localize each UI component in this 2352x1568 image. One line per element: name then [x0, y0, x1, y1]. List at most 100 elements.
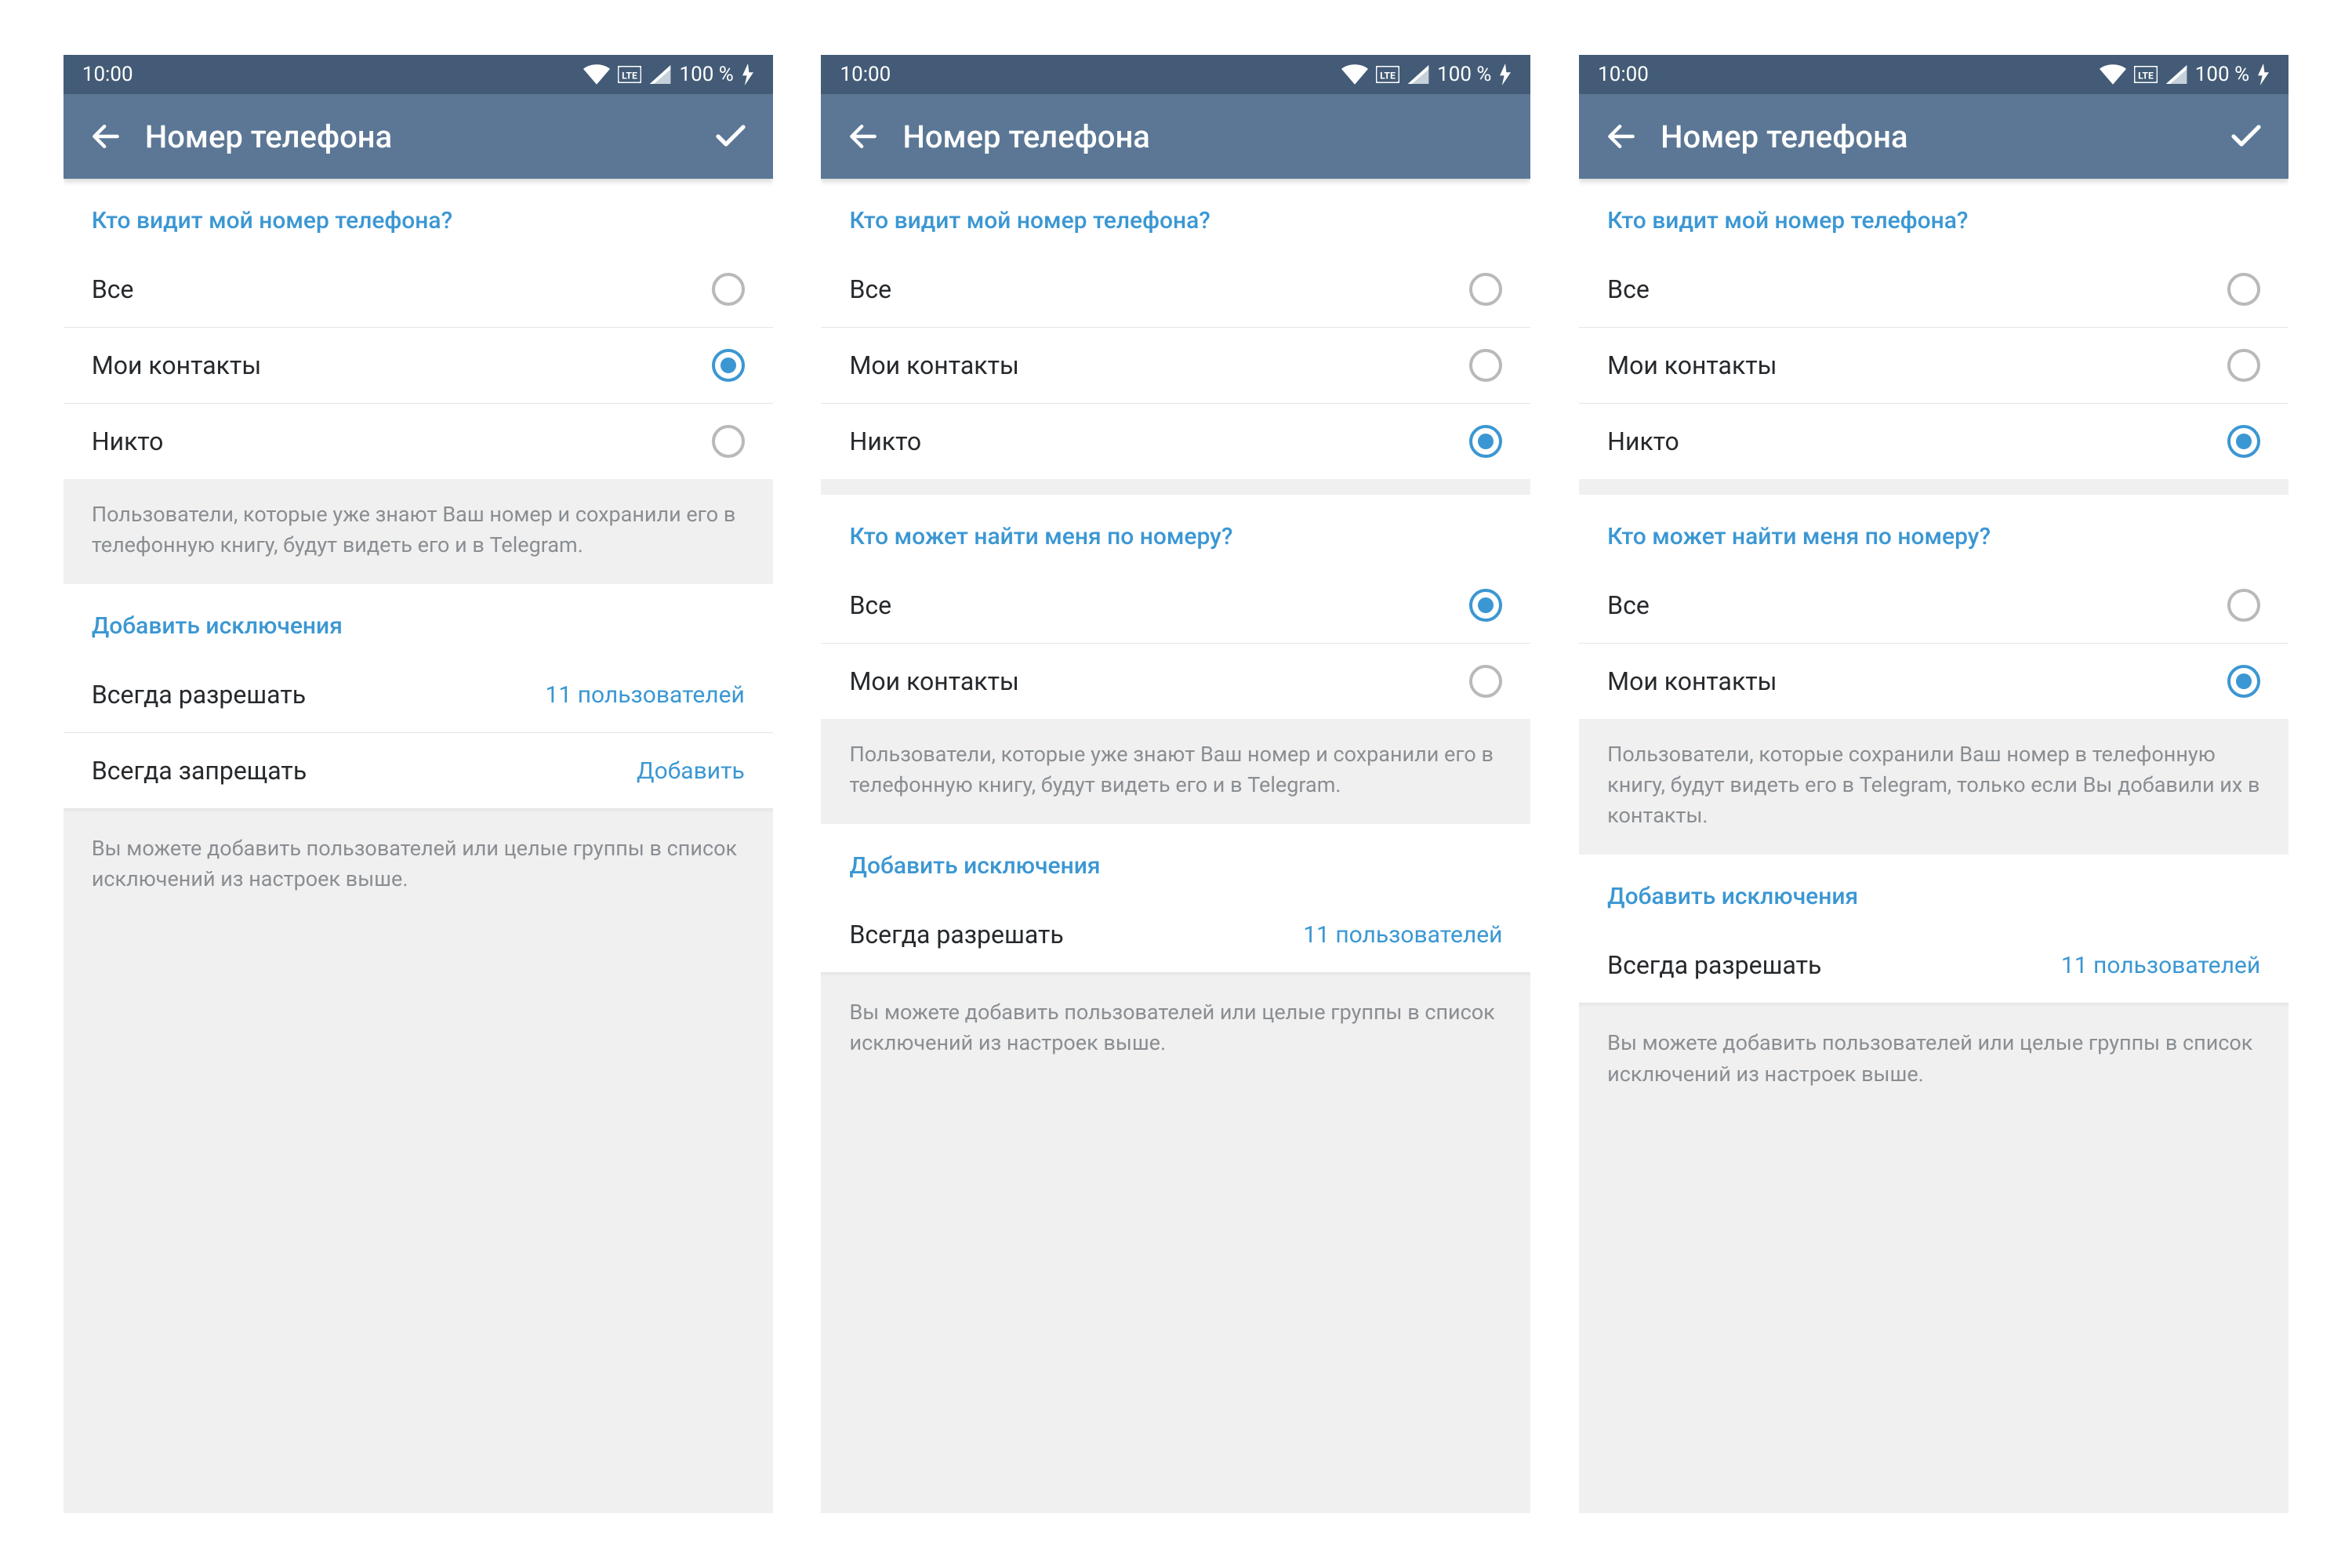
option-label: Мои контакты: [849, 350, 1018, 380]
content-area: Кто видит мой номер телефона? Все Мои ко…: [64, 179, 773, 1513]
exception-value: 11 пользователей: [1303, 921, 1502, 949]
status-indicators: LTE 100 %: [2100, 63, 2270, 86]
back-button[interactable]: [82, 119, 129, 154]
exception-label: Всегда разрешать: [849, 920, 1063, 949]
exception-value: 11 пользователей: [546, 681, 745, 709]
exception-allow[interactable]: Всегда разрешать 11 пользователей: [64, 657, 773, 733]
section-exceptions: Добавить исключения: [64, 584, 773, 657]
status-bar: 10:00 LTE 100 %: [1579, 55, 2288, 94]
check-icon: [712, 118, 750, 155]
confirm-button[interactable]: [707, 118, 754, 155]
confirm-button[interactable]: [2223, 118, 2270, 155]
find-option-everyone[interactable]: Все: [1579, 568, 2288, 644]
app-header: Номер телефона: [821, 94, 1530, 179]
status-indicators: LTE 100 %: [583, 63, 753, 86]
header-title: Номер телефона: [129, 118, 707, 155]
option-label: Мои контакты: [1607, 666, 1777, 696]
radio-icon: [2227, 425, 2260, 458]
option-label: Все: [1607, 274, 1650, 304]
screenshot-row: 10:00 LTE 100 % Номер телефона Кто видит…: [0, 0, 2352, 1568]
radio-icon: [1469, 665, 1502, 698]
exception-label: Всегда разрешать: [92, 680, 306, 710]
option-everyone[interactable]: Все: [821, 252, 1530, 328]
arrow-left-icon: [846, 119, 880, 154]
phone-screen-1: 10:00 LTE 100 % Номер телефона Кто видит…: [64, 55, 773, 1513]
wifi-icon: [583, 64, 610, 85]
radio-icon: [712, 425, 745, 458]
option-everyone[interactable]: Все: [64, 252, 773, 328]
option-nobody[interactable]: Никто: [64, 404, 773, 479]
option-everyone[interactable]: Все: [1579, 252, 2288, 328]
content-area: Кто видит мой номер телефона? Все Мои ко…: [821, 179, 1530, 1513]
battery-text: 100 %: [2195, 63, 2249, 86]
option-contacts[interactable]: Мои контакты: [64, 328, 773, 404]
lte-icon: LTE: [1376, 66, 1399, 83]
exception-allow[interactable]: Всегда разрешать 11 пользователей: [1579, 927, 2288, 1003]
find-option-everyone[interactable]: Все: [821, 568, 1530, 644]
section-who-sees: Кто видит мой номер телефона?: [821, 179, 1530, 252]
radio-icon: [1469, 349, 1502, 382]
option-label: Мои контакты: [849, 666, 1018, 696]
section-who-finds: Кто может найти меня по номеру?: [821, 495, 1530, 568]
exception-label: Всегда запрещать: [92, 756, 307, 786]
exception-value: 11 пользователей: [2061, 952, 2260, 979]
charging-icon: [742, 64, 754, 85]
status-time: 10:00: [1598, 63, 1649, 86]
option-label: Мои контакты: [1607, 350, 1777, 380]
footnote-who-finds: Пользователи, которые сохранили Ваш номе…: [1579, 719, 2288, 855]
lte-icon: LTE: [618, 66, 641, 83]
battery-text: 100 %: [679, 63, 733, 86]
footnote-who-sees: Пользователи, которые уже знают Ваш номе…: [64, 479, 773, 584]
option-contacts[interactable]: Мои контакты: [821, 328, 1530, 404]
option-nobody[interactable]: Никто: [1579, 404, 2288, 479]
exception-allow[interactable]: Всегда разрешать 11 пользователей: [821, 897, 1530, 972]
charging-icon: [2257, 64, 2270, 85]
find-option-contacts[interactable]: Мои контакты: [821, 644, 1530, 719]
status-bar: 10:00 LTE 100 %: [64, 55, 773, 94]
signal-icon: [2165, 65, 2187, 84]
section-who-finds: Кто может найти меня по номеру?: [1579, 495, 2288, 568]
app-header: Номер телефона: [64, 94, 773, 179]
back-button[interactable]: [1598, 119, 1645, 154]
wifi-icon: [2100, 64, 2126, 85]
exception-value: Добавить: [637, 757, 745, 785]
option-label: Никто: [849, 426, 921, 456]
exception-label: Всегда разрешать: [1607, 950, 1821, 980]
charging-icon: [1499, 64, 1512, 85]
section-exceptions: Добавить исключения: [1579, 855, 2288, 927]
header-title: Номер телефона: [1645, 118, 2223, 155]
status-time: 10:00: [840, 63, 891, 86]
radio-icon: [2227, 349, 2260, 382]
radio-icon: [2227, 589, 2260, 622]
option-nobody[interactable]: Никто: [821, 404, 1530, 479]
option-contacts[interactable]: Мои контакты: [1579, 328, 2288, 404]
find-option-contacts[interactable]: Мои контакты: [1579, 644, 2288, 719]
status-time: 10:00: [82, 63, 133, 86]
section-exceptions: Добавить исключения: [821, 824, 1530, 897]
radio-icon: [1469, 273, 1502, 306]
signal-icon: [1407, 65, 1429, 84]
arrow-left-icon: [1604, 119, 1639, 154]
option-label: Все: [849, 590, 891, 620]
app-header: Номер телефона: [1579, 94, 2288, 179]
check-icon: [2227, 118, 2265, 155]
footnote-exceptions: Вы можете добавить пользователей или цел…: [64, 813, 773, 918]
lte-icon: LTE: [2134, 66, 2158, 83]
option-label: Все: [92, 274, 134, 304]
radio-icon: [1469, 425, 1502, 458]
status-bar: 10:00 LTE 100 %: [821, 55, 1530, 94]
option-label: Никто: [1607, 426, 1679, 456]
content-area: Кто видит мой номер телефона? Все Мои ко…: [1579, 179, 2288, 1513]
option-label: Все: [849, 274, 891, 304]
exception-deny[interactable]: Всегда запрещать Добавить: [64, 733, 773, 808]
section-who-sees: Кто видит мой номер телефона?: [64, 179, 773, 252]
phone-screen-3: 10:00 LTE 100 % Номер телефона Кто видит…: [1579, 55, 2288, 1513]
option-label: Все: [1607, 590, 1650, 620]
footnote-who-finds: Пользователи, которые уже знают Ваш номе…: [821, 719, 1530, 824]
section-who-sees: Кто видит мой номер телефона?: [1579, 179, 2288, 252]
footnote-exceptions: Вы можете добавить пользователей или цел…: [821, 977, 1530, 1082]
footnote-exceptions: Вы можете добавить пользователей или цел…: [1579, 1007, 2288, 1112]
radio-icon: [2227, 273, 2260, 306]
back-button[interactable]: [840, 119, 887, 154]
option-label: Никто: [92, 426, 164, 456]
